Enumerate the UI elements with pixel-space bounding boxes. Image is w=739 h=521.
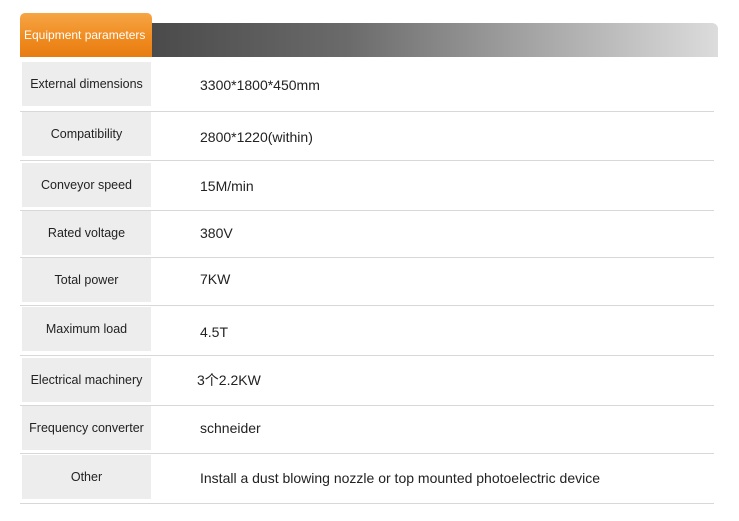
row-label: Total power: [22, 258, 151, 302]
row-label: Other: [22, 455, 151, 499]
row-value: 2800*1220(within): [200, 129, 313, 145]
row-value: 15M/min: [200, 178, 254, 194]
table-row: Total power 7KW: [20, 258, 714, 306]
row-value: schneider: [200, 420, 261, 436]
row-divider: [20, 503, 714, 504]
row-label: Electrical machinery: [22, 358, 151, 402]
table-row: External dimensions 3300*1800*450mm: [20, 62, 714, 112]
section-header: Equipment parameters: [20, 13, 718, 57]
table-row: Other Install a dust blowing nozzle or t…: [20, 455, 714, 504]
row-value: 4.5T: [200, 324, 229, 340]
row-value: 380V: [200, 225, 233, 241]
header-tab-title: Equipment parameters: [20, 13, 152, 57]
row-divider: [20, 355, 714, 356]
table-row: Electrical machinery 3个2.2KW: [20, 358, 714, 406]
table-row: Maximum load 4.5T: [20, 307, 714, 356]
row-label: Maximum load: [22, 307, 151, 351]
row-label: Compatibility: [22, 112, 151, 156]
row-value: 3300*1800*450mm: [200, 77, 320, 93]
row-value: Install a dust blowing nozzle or top mou…: [200, 470, 601, 486]
table-row: Conveyor speed 15M/min: [20, 163, 714, 211]
row-divider: [20, 305, 714, 306]
table-row: Compatibility 2800*1220(within): [20, 112, 714, 161]
row-label: Rated voltage: [22, 211, 151, 255]
row-divider: [20, 160, 714, 161]
table-row: Rated voltage 380V: [20, 211, 714, 258]
row-divider: [20, 453, 714, 454]
row-value: 3个2.2KW: [197, 372, 261, 388]
row-label: External dimensions: [22, 62, 151, 106]
header-gradient-bar: [150, 23, 718, 57]
row-label: Conveyor speed: [22, 163, 151, 207]
row-value: 7KW: [200, 271, 231, 287]
table-row: Frequency converter schneider: [20, 406, 714, 454]
row-label: Frequency converter: [22, 406, 151, 450]
